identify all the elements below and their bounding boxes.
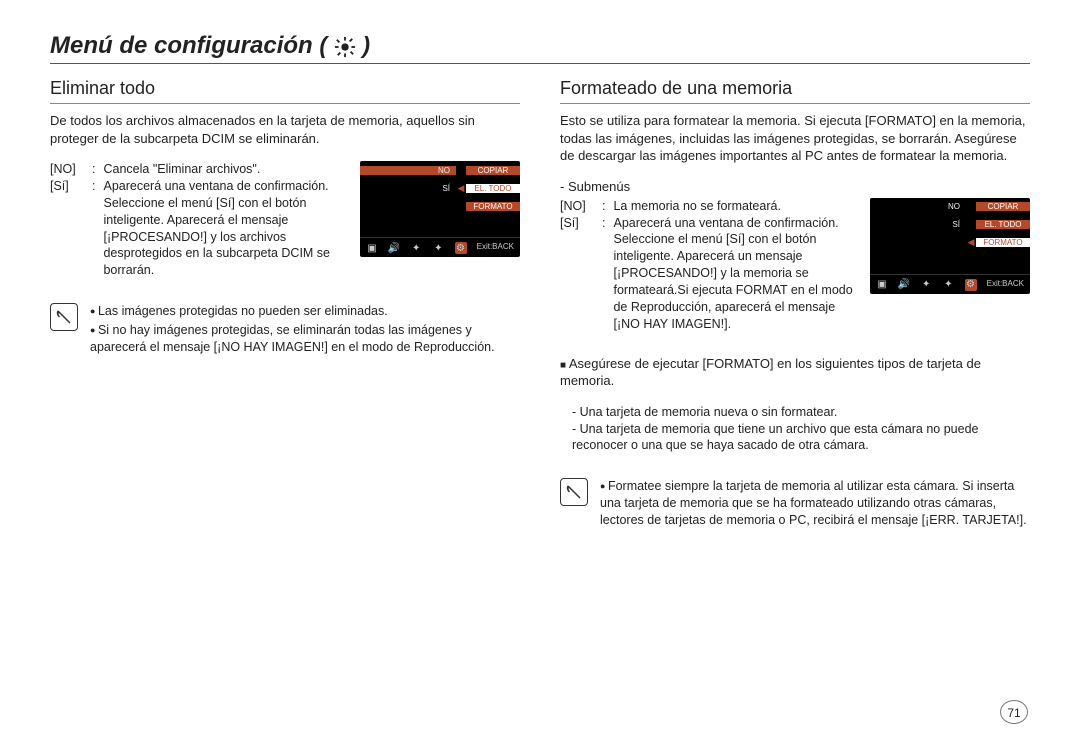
page-title-row: Menú de configuración ( ) [50, 32, 1030, 64]
option-yes: [Sí] : Aparecerá una ventana de confirma… [50, 178, 344, 279]
lcd-bottom-icons: ▣ 🔊 ✦ ✦ ⚙ Exit:BACK [360, 237, 520, 257]
section-heading-format: Formateado de una memoria [560, 78, 1030, 104]
sound-icon: 🔊 [388, 242, 400, 254]
format-options: [NO] : La memoria no se formateará. [Sí]… [560, 198, 854, 333]
section-heading-delete-all: Eliminar todo [50, 78, 520, 104]
lcd-row: NO COPIAR [360, 161, 520, 179]
play-icon: ✦ [432, 242, 444, 254]
note-icon [50, 303, 78, 331]
left-column: Eliminar todo De todos los archivos alma… [50, 78, 520, 531]
note-box-delete: Las imágenes protegidas no pueden ser el… [50, 303, 520, 358]
lcd-row: FORMATO [360, 197, 520, 215]
format-square-note: Asegúrese de ejecutar [FORMATO] en los s… [560, 355, 1030, 390]
page-title: Menú de configuración ( ) [50, 32, 370, 60]
lcd-screenshot-format: NO COPIAR SÍ EL. TODO ◀ FORMATO [870, 198, 1030, 294]
format-intro: Esto se utiliza para formatear la memori… [560, 112, 1030, 165]
lcd-screenshot-delete: NO COPIAR SÍ◀ EL. TODO FORMATO [360, 161, 520, 257]
manual-page: Menú de configuración ( ) Eliminar todo … [0, 0, 1080, 746]
lcd-bottom-icons: ▣ 🔊 ✦ ✦ ⚙ Exit:BACK [870, 274, 1030, 294]
delete-all-options: [NO] : Cancela "Eliminar archivos". [Sí]… [50, 161, 344, 279]
format-dash-list: - Una tarjeta de memoria nueva o sin for… [572, 404, 1030, 455]
play-icon: ✦ [942, 279, 954, 291]
sound-icon: 🔊 [898, 279, 910, 291]
gear-icon: ⚙ [965, 279, 977, 291]
note-item: Formatee siempre la tarjeta de memoria a… [600, 478, 1030, 529]
note-list: Las imágenes protegidas no pueden ser el… [90, 303, 520, 358]
lcd-row: NO COPIAR [870, 198, 1030, 216]
display-icon: ▣ [876, 279, 888, 291]
note-item: Las imágenes protegidas no pueden ser el… [90, 303, 520, 320]
right-column: Formateado de una memoria Esto se utiliz… [560, 78, 1030, 531]
camera-icon: ✦ [410, 242, 422, 254]
note-icon [560, 478, 588, 506]
gear-icon [334, 36, 356, 58]
gear-icon: ⚙ [455, 242, 467, 254]
format-content-row: [NO] : La memoria no se formateará. [Sí]… [560, 198, 1030, 333]
note-item: Si no hay imágenes protegidas, se elimin… [90, 322, 520, 356]
delete-all-content-row: [NO] : Cancela "Eliminar archivos". [Sí]… [50, 161, 520, 279]
lcd-exit-label: Exit:BACK [987, 279, 1024, 291]
display-icon: ▣ [366, 242, 378, 254]
lcd-row: SÍ EL. TODO [870, 216, 1030, 234]
dash-item: - Una tarjeta de memoria que tiene un ar… [572, 421, 1030, 455]
option-no: [NO] : La memoria no se formateará. [560, 198, 854, 215]
two-column-layout: Eliminar todo De todos los archivos alma… [50, 78, 1030, 531]
option-yes: [Sí] : Aparecerá una ventana de confirma… [560, 215, 854, 333]
page-number: 71 [1000, 700, 1028, 724]
lcd-exit-label: Exit:BACK [477, 242, 514, 254]
note-list: Formatee siempre la tarjeta de memoria a… [600, 478, 1030, 531]
submenus-label: - Submenús [560, 179, 1030, 194]
option-no: [NO] : Cancela "Eliminar archivos". [50, 161, 344, 178]
lcd-row: ◀ FORMATO [870, 234, 1030, 252]
note-box-format: Formatee siempre la tarjeta de memoria a… [560, 478, 1030, 531]
camera-icon: ✦ [920, 279, 932, 291]
dash-item: - Una tarjeta de memoria nueva o sin for… [572, 404, 1030, 421]
lcd-row: SÍ◀ EL. TODO [360, 179, 520, 197]
delete-all-intro: De todos los archivos almacenados en la … [50, 112, 520, 147]
